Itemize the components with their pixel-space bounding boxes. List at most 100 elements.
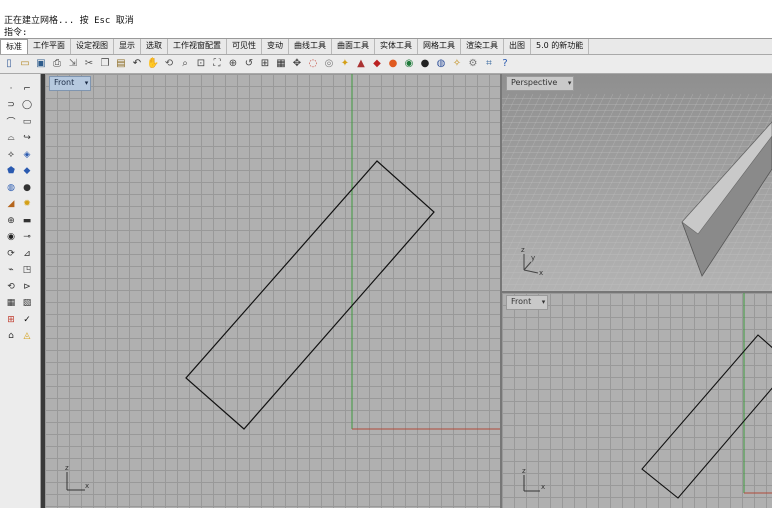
tool-icon[interactable]: ▧ xyxy=(20,297,34,310)
open-folder-icon[interactable]: ▭ xyxy=(18,57,32,71)
viewport-perspective[interactable]: Perspective ▾ z y x xyxy=(502,74,772,291)
hide-icon[interactable]: ◌ xyxy=(306,57,320,71)
perspective-canvas: z y x xyxy=(502,74,772,291)
command-prompt[interactable]: 指令: xyxy=(4,25,27,38)
tool-icon[interactable]: ⌓ xyxy=(4,132,18,145)
options-icon[interactable]: ⚙ xyxy=(466,57,480,71)
tool-icon[interactable]: ⬟ xyxy=(4,165,18,178)
four-viewports-icon[interactable]: ⊞ xyxy=(258,57,272,71)
construction-plane-icon[interactable]: ▦ xyxy=(274,57,288,71)
sphere-icon[interactable]: ● xyxy=(418,57,432,71)
tool-icon[interactable]: ⊿ xyxy=(20,247,34,260)
tool-icon[interactable]: ◉ xyxy=(4,231,18,244)
chevron-down-icon[interactable]: ▾ xyxy=(542,296,546,308)
viewport-label-front-small[interactable]: Front ▾ xyxy=(506,295,549,310)
zoom-extents-icon[interactable]: ⛶ xyxy=(210,57,224,71)
help-icon[interactable]: ? xyxy=(498,57,512,71)
print-icon[interactable]: ⎙ xyxy=(50,57,64,71)
undo-icon[interactable]: ↶ xyxy=(130,57,144,71)
tool-icon[interactable]: ◳ xyxy=(20,264,34,277)
tool-icon[interactable]: ◈ xyxy=(20,148,34,161)
new-file-icon[interactable]: ▯ xyxy=(2,57,16,71)
x-axis-label: x xyxy=(539,269,543,277)
tab-2[interactable]: 设定视图 xyxy=(71,39,114,54)
viewport-label-front-main[interactable]: Front ▾ xyxy=(49,76,92,91)
tool-icon[interactable]: ◬ xyxy=(20,330,34,343)
globe-icon[interactable]: ◍ xyxy=(434,57,448,71)
pan-hand-icon[interactable]: ✋ xyxy=(146,57,160,71)
tool-icon[interactable]: ⊳ xyxy=(20,280,34,293)
viewport-front-small[interactable]: Front ▾ z x xyxy=(502,293,772,508)
tool-icon[interactable]: ◍ xyxy=(4,181,18,194)
move-icon[interactable]: ✥ xyxy=(290,57,304,71)
rectangle-curve[interactable] xyxy=(641,334,772,499)
tool-icon[interactable]: ⟡ xyxy=(4,148,18,161)
tab-0[interactable]: 标准 xyxy=(0,39,28,54)
paste-icon[interactable]: ▤ xyxy=(114,57,128,71)
rotate-view-icon[interactable]: ⟲ xyxy=(162,57,176,71)
tool-icon[interactable]: ✓ xyxy=(20,313,34,326)
undo-view-icon[interactable]: ↺ xyxy=(242,57,256,71)
lock-icon[interactable]: ▲ xyxy=(354,57,368,71)
viewport-front-main[interactable]: Front ▾ z x xyxy=(45,74,500,508)
tab-12[interactable]: 渲染工具 xyxy=(461,39,504,54)
tool-icon[interactable]: ▦ xyxy=(4,297,18,310)
tab-6[interactable]: 可见性 xyxy=(227,39,262,54)
tool-icon[interactable]: ⊸ xyxy=(20,231,34,244)
tool-icon[interactable]: ⌐ xyxy=(20,82,34,95)
tab-10[interactable]: 实体工具 xyxy=(375,39,418,54)
z-axis-label: z xyxy=(65,464,69,472)
tool-icon[interactable]: ⟲ xyxy=(4,280,18,293)
wand-icon[interactable]: ✧ xyxy=(450,57,464,71)
tool-icon[interactable]: ◆ xyxy=(20,165,34,178)
tool-icon[interactable]: ⊞ xyxy=(4,313,18,326)
zoom-selected-icon[interactable]: ⊕ xyxy=(226,57,240,71)
tool-icon[interactable]: ⊕ xyxy=(4,214,18,227)
save-icon[interactable]: ▣ xyxy=(34,57,48,71)
light-icon[interactable]: ✦ xyxy=(338,57,352,71)
z-axis-label: z xyxy=(522,467,526,475)
tab-1[interactable]: 工作平面 xyxy=(28,39,71,54)
tool-icon[interactable]: ⌂ xyxy=(4,330,18,343)
viewport-title: Front xyxy=(54,78,75,87)
layer-icon[interactable]: ◆ xyxy=(370,57,384,71)
tool-icon[interactable]: ⌒ xyxy=(4,115,18,128)
tab-14[interactable]: 5.0 的新功能 xyxy=(531,39,590,54)
chevron-down-icon[interactable]: ▾ xyxy=(568,77,572,89)
chevron-down-icon[interactable]: ▾ xyxy=(85,77,89,89)
rectangle-curve[interactable] xyxy=(185,160,435,430)
tab-11[interactable]: 网格工具 xyxy=(418,39,461,54)
tool-icon[interactable]: ● xyxy=(20,181,34,194)
tool-icon[interactable]: ⟳ xyxy=(4,247,18,260)
x-axis-label: x xyxy=(85,482,89,490)
import-icon[interactable]: ⇲ xyxy=(66,57,80,71)
tab-7[interactable]: 变动 xyxy=(262,39,289,54)
tool-icon[interactable]: ✹ xyxy=(20,198,34,211)
tab-5[interactable]: 工作视窗配置 xyxy=(168,39,227,54)
z-axis-label: z xyxy=(521,246,525,254)
tab-8[interactable]: 曲线工具 xyxy=(289,39,332,54)
tool-icon[interactable]: ◯ xyxy=(20,99,34,112)
zoom-window-icon[interactable]: ⊡ xyxy=(194,57,208,71)
copy-icon[interactable]: ❐ xyxy=(98,57,112,71)
zoom-icon[interactable]: ⌕ xyxy=(178,57,192,71)
grid-snap-icon[interactable]: ⌗ xyxy=(482,57,496,71)
tab-13[interactable]: 出图 xyxy=(504,39,531,54)
cut-icon[interactable]: ✂ xyxy=(82,57,96,71)
tool-icon[interactable]: ▭ xyxy=(20,115,34,128)
tool-icon[interactable]: · xyxy=(4,82,18,95)
show-icon[interactable]: ◎ xyxy=(322,57,336,71)
tab-4[interactable]: 选取 xyxy=(141,39,168,54)
viewport-label-perspective[interactable]: Perspective ▾ xyxy=(506,76,575,91)
tool-icon[interactable]: ◢ xyxy=(4,198,18,211)
tool-icon[interactable]: ▬ xyxy=(20,214,34,227)
tool-icon[interactable]: ⊃ xyxy=(4,99,18,112)
front-main-canvas: z x xyxy=(65,74,500,491)
tool-icon[interactable]: ↪ xyxy=(20,132,34,145)
tab-3[interactable]: 显示 xyxy=(114,39,141,54)
tool-icon[interactable]: ⌁ xyxy=(4,264,18,277)
tab-9[interactable]: 曲面工具 xyxy=(332,39,375,54)
render-icon[interactable]: ● xyxy=(386,57,400,71)
material-icon[interactable]: ◉ xyxy=(402,57,416,71)
toolbar-tabs: 标准 工作平面 设定视图 显示 选取 工作视窗配置 可见性 变动 曲线工具 曲面工具 实体工具 网格工… xyxy=(0,39,772,55)
